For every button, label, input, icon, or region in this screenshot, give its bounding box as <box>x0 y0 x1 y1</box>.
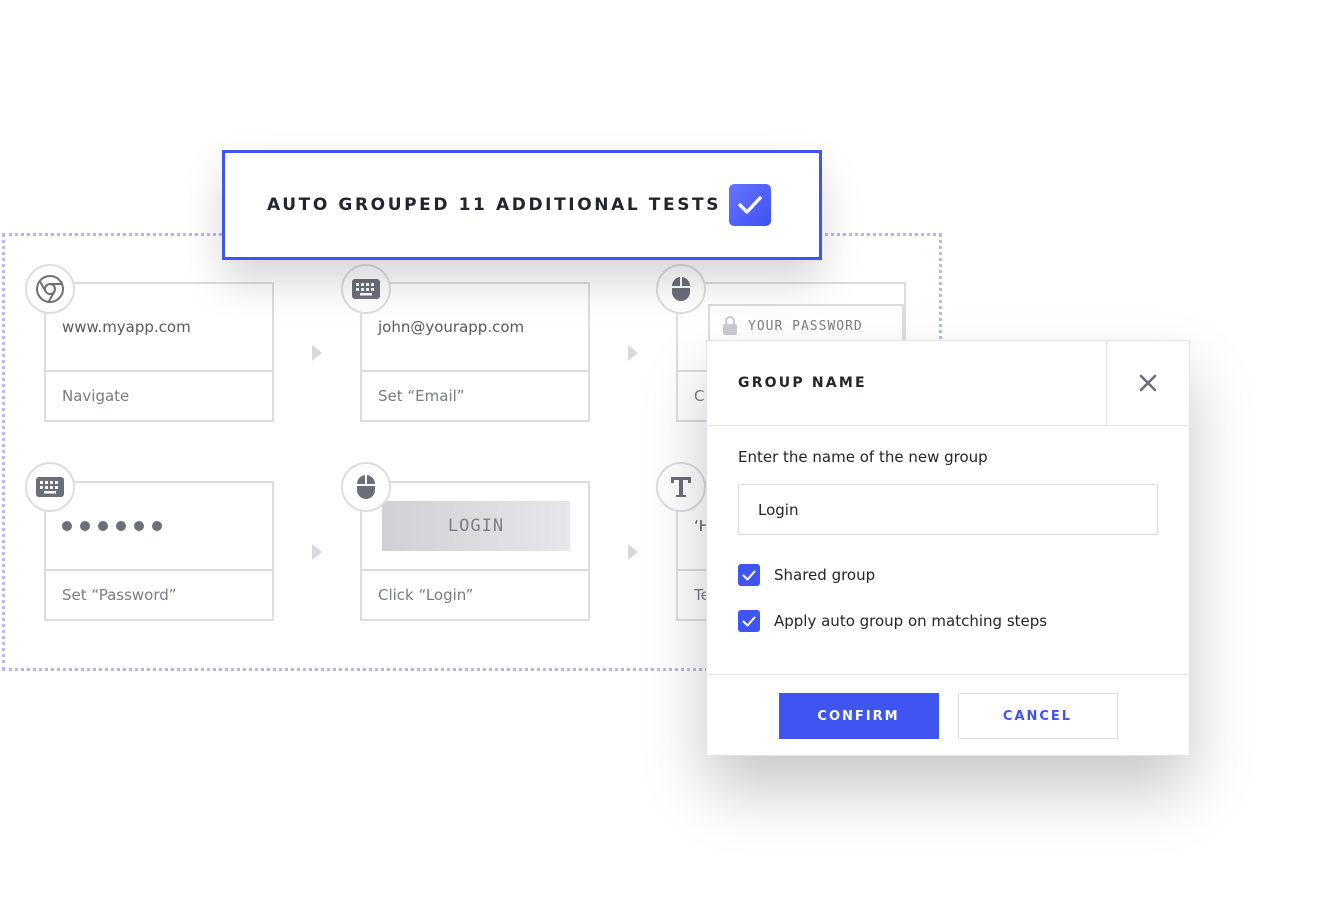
step-value <box>46 483 272 571</box>
step-value: LOGIN <box>362 483 588 571</box>
shared-group-option[interactable]: Shared group <box>738 564 875 586</box>
group-name-input[interactable] <box>738 484 1158 535</box>
checkbox-checked-icon[interactable] <box>738 564 760 586</box>
auto-group-banner: AUTO GROUPED 11 ADDITIONAL TESTS <box>222 150 822 260</box>
keyboard-icon <box>25 462 75 512</box>
dialog-body: Enter the name of the new group Shared g… <box>707 426 1189 675</box>
chrome-icon <box>25 264 75 314</box>
option-label: Shared group <box>774 566 876 584</box>
step-action: Click “Login” <box>378 586 474 604</box>
dialog-title: GROUP NAME <box>738 375 867 391</box>
cancel-button[interactable]: CANCEL <box>957 693 1118 739</box>
step-action: Set “Email” <box>378 387 465 405</box>
step-click-login[interactable]: LOGIN Click “Login” <box>360 481 590 621</box>
arrow-right-icon <box>312 345 322 361</box>
mouse-icon <box>656 264 706 314</box>
dialog-footer: CONFIRM CANCEL <box>707 675 1189 757</box>
password-placeholder: YOUR PASSWORD <box>748 318 863 334</box>
lock-icon <box>723 316 737 335</box>
step-value: www.myapp.com <box>46 284 272 372</box>
keyboard-icon <box>341 264 391 314</box>
close-icon <box>1139 374 1157 392</box>
arrow-right-icon <box>628 544 638 560</box>
step-value: john@yourapp.com <box>362 284 588 372</box>
password-dots <box>62 521 162 531</box>
arrow-right-icon <box>628 345 638 361</box>
close-button[interactable] <box>1106 341 1189 425</box>
dialog-header: GROUP NAME <box>707 341 1189 426</box>
step-set-password[interactable]: Set “Password” <box>44 481 274 621</box>
step-action: Set “Password” <box>62 586 177 604</box>
mouse-icon <box>341 462 391 512</box>
apply-auto-group-option[interactable]: Apply auto group on matching steps <box>738 610 1047 632</box>
checkbox-checked-icon[interactable] <box>738 610 760 632</box>
confirm-button[interactable]: CONFIRM <box>778 693 939 739</box>
check-icon <box>729 184 771 226</box>
group-name-label: Enter the name of the new group <box>738 448 988 466</box>
option-label: Apply auto group on matching steps <box>774 612 1048 630</box>
step-navigate[interactable]: www.myapp.com Navigate <box>44 282 274 422</box>
login-button-preview: LOGIN <box>382 501 570 551</box>
banner-text: AUTO GROUPED 11 ADDITIONAL TESTS <box>267 195 722 215</box>
arrow-right-icon <box>312 544 322 560</box>
step-action: Navigate <box>62 387 130 405</box>
step-set-email[interactable]: john@yourapp.com Set “Email” <box>360 282 590 422</box>
group-name-dialog: GROUP NAME Enter the name of the new gro… <box>706 340 1190 756</box>
text-icon <box>656 462 706 512</box>
